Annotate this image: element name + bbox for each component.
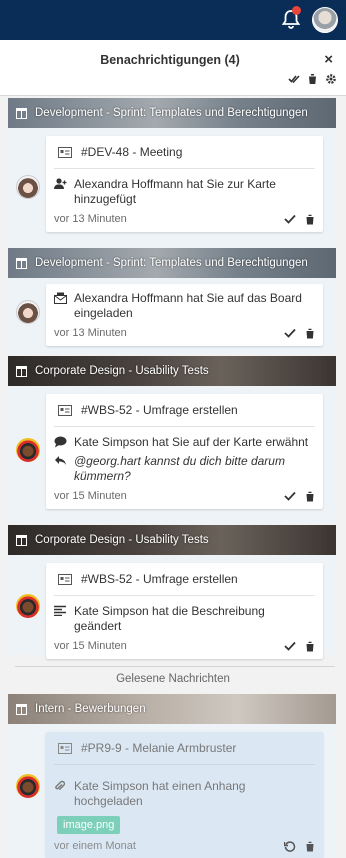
avatar <box>16 300 40 324</box>
board-name: Intern - Bewerbungen <box>35 703 146 715</box>
notification-message: Kate Simpson hat einen Anhang hochgelade… <box>74 779 246 808</box>
paperclip-icon <box>54 779 68 809</box>
notification-group-read: Intern - Bewerbungen #PR9-9 - Melanie Ar… <box>8 694 336 858</box>
card-icon <box>58 146 72 158</box>
board-name: Development - Sprint: Templates und Bere… <box>35 107 308 119</box>
mark-read-check-icon[interactable] <box>284 491 296 501</box>
board-name: Corporate Design - Usability Tests <box>35 365 209 377</box>
board-icon <box>16 365 27 377</box>
comment-quote: @georg.hart kannst du dich bitte darum k… <box>74 454 285 483</box>
board-icon <box>16 703 27 715</box>
notification-group: Corporate Design - Usability Tests #WBS-… <box>8 525 336 659</box>
close-button[interactable]: × <box>324 51 333 68</box>
card-title[interactable]: #WBS-52 - Umfrage erstellen <box>81 403 238 417</box>
card-title[interactable]: #DEV-48 - Meeting <box>81 145 182 159</box>
delete-icon[interactable] <box>305 491 315 502</box>
notification-card-read[interactable]: #PR9-9 - Melanie Armbruster Kate Simpson… <box>46 732 323 858</box>
notification-group: Development - Sprint: Templates und Bere… <box>8 98 336 248</box>
mark-unread-undo-icon[interactable] <box>284 840 296 852</box>
notification-message: Alexandra Hoffmann hat Sie zur Karte hin… <box>74 177 276 206</box>
user-avatar[interactable] <box>312 7 338 33</box>
delete-icon[interactable] <box>305 641 315 652</box>
mark-read-check-icon[interactable] <box>284 641 296 651</box>
notification-message: Alexandra Hoffmann hat Sie auf das Board… <box>74 291 302 320</box>
board-header[interactable]: Intern - Bewerbungen <box>8 694 336 724</box>
settings-gear-icon[interactable] <box>325 73 337 85</box>
timestamp: vor 15 Minuten <box>54 640 127 652</box>
mark-read-check-icon[interactable] <box>284 214 296 224</box>
delete-all-icon[interactable] <box>307 73 318 85</box>
card-icon <box>58 404 72 416</box>
notification-card[interactable]: #WBS-52 - Umfrage erstellen Kate Simpson… <box>46 563 323 659</box>
timestamp: vor 13 Minuten <box>54 213 127 225</box>
board-header[interactable]: Corporate Design - Usability Tests <box>8 525 336 555</box>
card-title[interactable]: #PR9-9 - Melanie Armbruster <box>81 741 236 755</box>
notification-card[interactable]: #DEV-48 - Meeting Alexandra Hoffmann hat… <box>46 136 323 232</box>
timestamp: vor einem Monat <box>54 840 136 852</box>
board-header[interactable]: Corporate Design - Usability Tests <box>8 356 336 386</box>
board-name: Corporate Design - Usability Tests <box>35 534 209 546</box>
board-header[interactable]: Development - Sprint: Templates und Bere… <box>8 98 336 128</box>
add-user-icon <box>54 177 68 207</box>
delete-icon[interactable] <box>305 841 315 852</box>
reply-icon <box>54 454 68 484</box>
board-header[interactable]: Development - Sprint: Templates und Bere… <box>8 248 336 278</box>
card-icon <box>58 742 72 754</box>
notification-message: Kate Simpson hat die Beschreibung geände… <box>74 604 265 633</box>
avatar <box>16 774 40 798</box>
card-icon <box>58 573 72 585</box>
notification-card[interactable]: Alexandra Hoffmann hat Sie auf das Board… <box>46 284 323 346</box>
read-section-label: Gelesene Nachrichten <box>116 673 230 685</box>
avatar <box>16 594 40 618</box>
delete-icon[interactable] <box>305 214 315 225</box>
comment-icon <box>54 435 68 450</box>
notification-message: Kate Simpson hat Sie auf der Karte erwäh… <box>74 435 309 449</box>
timestamp: vor 13 Minuten <box>54 327 127 339</box>
board-icon <box>16 107 27 119</box>
notifications-header: Benachrichtigungen (4) × <box>0 40 346 96</box>
delete-icon[interactable] <box>305 328 315 339</box>
board-icon <box>16 257 27 269</box>
notification-group: Development - Sprint: Templates und Bere… <box>8 248 336 354</box>
notification-group: Corporate Design - Usability Tests #WBS-… <box>8 356 336 524</box>
board-icon <box>16 534 27 546</box>
timestamp: vor 15 Minuten <box>54 490 127 502</box>
section-divider <box>15 666 335 667</box>
board-name: Development - Sprint: Templates und Bere… <box>35 257 308 269</box>
notification-dot <box>292 6 301 15</box>
attachment-chip[interactable]: image.png <box>57 816 121 834</box>
card-title[interactable]: #WBS-52 - Umfrage erstellen <box>81 572 238 586</box>
avatar <box>16 438 40 462</box>
description-icon <box>54 604 68 634</box>
panel-title: Benachrichtigungen (4) <box>100 53 240 67</box>
avatar <box>16 175 40 199</box>
mark-all-read-icon[interactable] <box>288 73 300 85</box>
mark-read-check-icon[interactable] <box>284 328 296 338</box>
notification-card[interactable]: #WBS-52 - Umfrage erstellen Kate Simpson… <box>46 394 323 509</box>
board-invite-icon <box>54 291 68 321</box>
